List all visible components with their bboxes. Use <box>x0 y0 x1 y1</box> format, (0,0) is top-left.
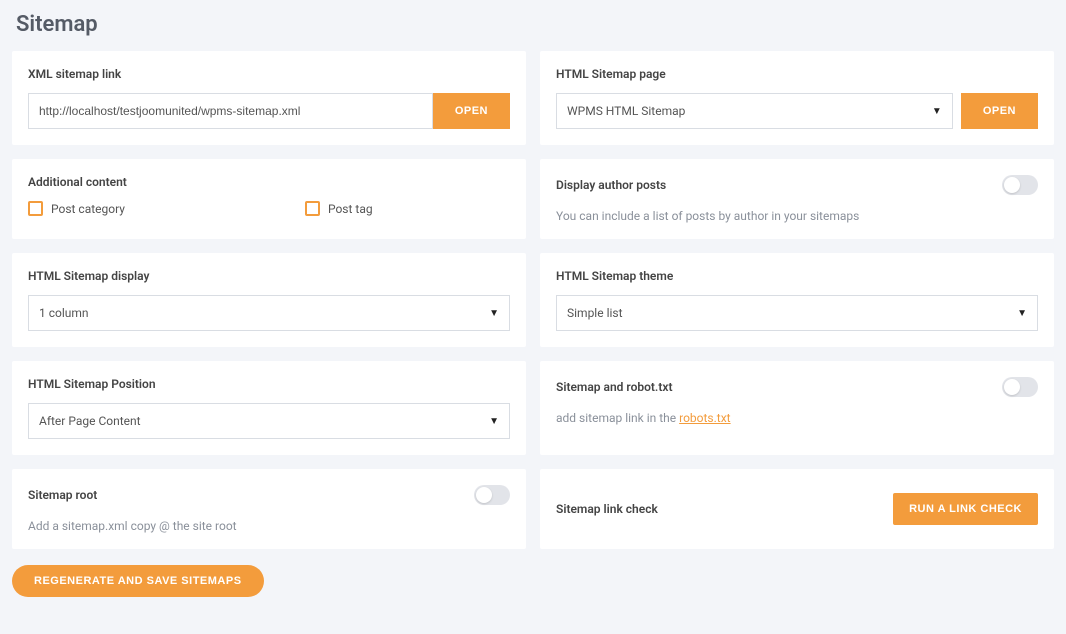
position-select[interactable]: After Page Content ▼ <box>28 403 510 439</box>
xml-link-label: XML sitemap link <box>28 67 510 81</box>
card-html-page: HTML Sitemap page WPMS HTML Sitemap ▼ OP… <box>540 51 1054 145</box>
html-page-select[interactable]: WPMS HTML Sitemap ▼ <box>556 93 953 129</box>
theme-selected: Simple list <box>567 306 1017 320</box>
author-posts-toggle[interactable] <box>1002 175 1038 195</box>
root-toggle[interactable] <box>474 485 510 505</box>
regenerate-save-button[interactable]: REGENERATE AND SAVE SITEMAPS <box>12 565 264 597</box>
display-selected: 1 column <box>39 306 489 320</box>
link-check-label: Sitemap link check <box>556 502 658 516</box>
checkbox-label-category: Post category <box>51 202 125 216</box>
display-label: HTML Sitemap display <box>28 269 510 283</box>
checkbox-post-category[interactable]: Post category <box>28 201 125 216</box>
xml-link-input[interactable] <box>28 93 433 129</box>
card-sitemap-display: HTML Sitemap display 1 column ▼ <box>12 253 526 347</box>
card-sitemap-root: Sitemap root Add a sitemap.xml copy @ th… <box>12 469 526 549</box>
additional-label: Additional content <box>28 175 510 189</box>
settings-grid: XML sitemap link OPEN HTML Sitemap page … <box>12 51 1054 549</box>
card-additional-content: Additional content Post category Post ta… <box>12 159 526 239</box>
html-page-label: HTML Sitemap page <box>556 67 1038 81</box>
card-sitemap-position: HTML Sitemap Position After Page Content… <box>12 361 526 455</box>
html-page-selected: WPMS HTML Sitemap <box>567 104 932 118</box>
robots-txt-link[interactable]: robots.txt <box>679 411 730 425</box>
theme-select[interactable]: Simple list ▼ <box>556 295 1038 331</box>
author-posts-desc: You can include a list of posts by autho… <box>556 209 1038 223</box>
position-selected: After Page Content <box>39 414 489 428</box>
robots-desc-prefix: add sitemap link in the <box>556 411 679 425</box>
display-select[interactable]: 1 column ▼ <box>28 295 510 331</box>
robots-desc: add sitemap link in the robots.txt <box>556 411 1038 425</box>
checkbox-post-tag[interactable]: Post tag <box>305 201 373 216</box>
run-link-check-button[interactable]: RUN A LINK CHECK <box>893 493 1038 525</box>
robots-toggle[interactable] <box>1002 377 1038 397</box>
card-robots: Sitemap and robot.txt add sitemap link i… <box>540 361 1054 455</box>
chevron-down-icon: ▼ <box>1017 308 1027 319</box>
card-link-check: Sitemap link check RUN A LINK CHECK <box>540 469 1054 549</box>
author-posts-label: Display author posts <box>556 178 666 192</box>
card-sitemap-theme: HTML Sitemap theme Simple list ▼ <box>540 253 1054 347</box>
footer: REGENERATE AND SAVE SITEMAPS <box>12 565 1054 597</box>
card-author-posts: Display author posts You can include a l… <box>540 159 1054 239</box>
root-desc: Add a sitemap.xml copy @ the site root <box>28 519 510 533</box>
chevron-down-icon: ▼ <box>932 106 942 117</box>
checkbox-icon <box>305 201 320 216</box>
chevron-down-icon: ▼ <box>489 308 499 319</box>
theme-label: HTML Sitemap theme <box>556 269 1038 283</box>
page-title: Sitemap <box>16 12 1054 37</box>
card-xml-link: XML sitemap link OPEN <box>12 51 526 145</box>
root-label: Sitemap root <box>28 488 97 502</box>
chevron-down-icon: ▼ <box>489 416 499 427</box>
position-label: HTML Sitemap Position <box>28 377 510 391</box>
robots-label: Sitemap and robot.txt <box>556 380 672 394</box>
xml-open-button[interactable]: OPEN <box>433 93 510 129</box>
checkbox-icon <box>28 201 43 216</box>
html-open-button[interactable]: OPEN <box>961 93 1038 129</box>
checkbox-label-tag: Post tag <box>328 202 373 216</box>
